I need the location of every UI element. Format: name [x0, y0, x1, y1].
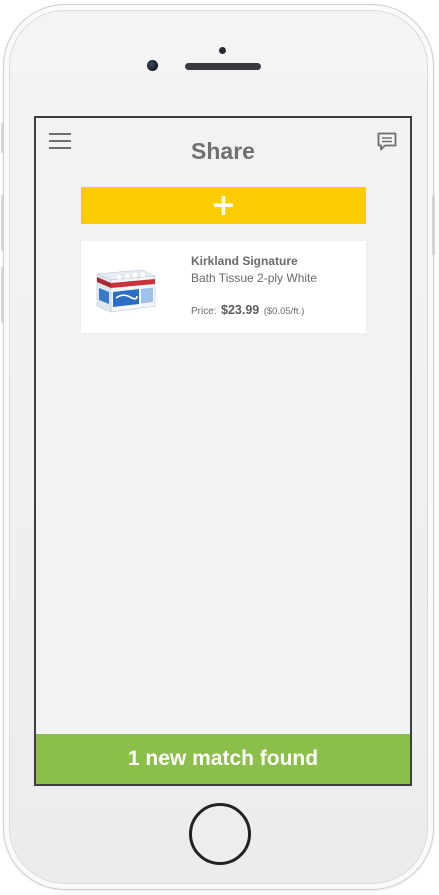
bath-tissue-package-image	[93, 256, 161, 318]
volume-up-button	[1, 195, 4, 251]
app-screen: Share + Kirkland Signature Bath Tissue 2…	[34, 116, 412, 786]
power-button	[432, 195, 435, 255]
chat-icon[interactable]	[376, 131, 398, 153]
home-button[interactable]	[189, 803, 251, 865]
price-label: Price:	[191, 306, 217, 317]
mute-switch	[1, 123, 4, 153]
product-card[interactable]: Kirkland Signature Bath Tissue 2-ply Whi…	[81, 241, 366, 333]
volume-down-button	[1, 267, 4, 323]
price-row: Price: $23.99 ($0.05/ft.)	[191, 301, 304, 319]
proximity-sensor	[219, 47, 226, 54]
unit-price: ($0.05/ft.)	[263, 306, 305, 317]
product-brand: Kirkland Signature	[191, 254, 298, 268]
page-title: Share	[191, 138, 255, 164]
phone-frame: Share + Kirkland Signature Bath Tissue 2…	[1, 4, 435, 890]
price-value: $23.99	[221, 303, 260, 317]
product-name: Bath Tissue 2-ply White	[191, 271, 318, 285]
earpiece-speaker	[185, 63, 261, 70]
add-item-button[interactable]: +	[81, 187, 366, 224]
new-match-banner[interactable]: 1 new match found	[36, 734, 410, 784]
front-camera	[147, 60, 158, 71]
